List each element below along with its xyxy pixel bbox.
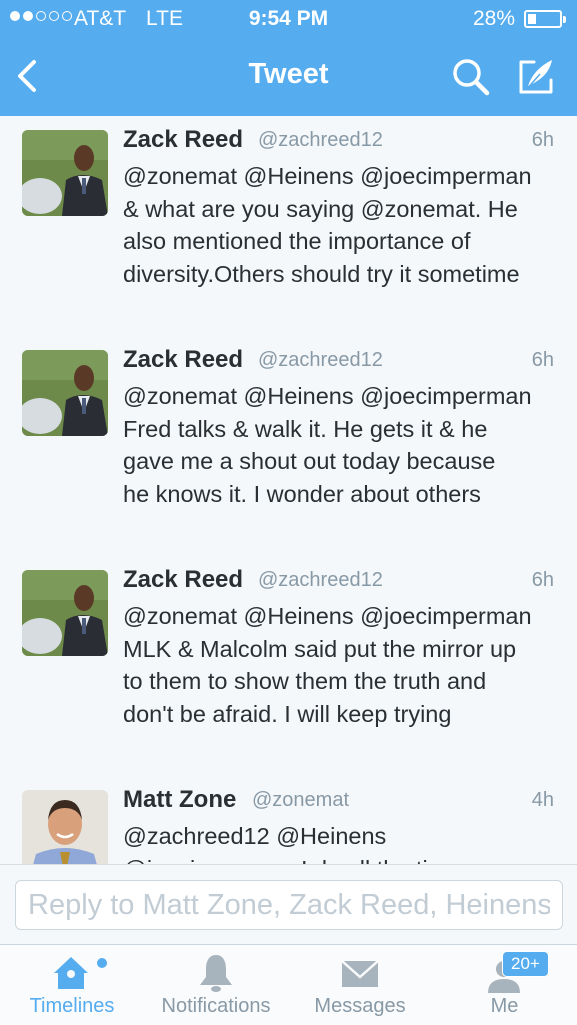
status-bar: AT&T LTE 9:54 PM 28% — [0, 0, 577, 38]
tab-bar: Timelines Notifications Messages Me — [0, 944, 577, 1025]
tweet-text: @zonemat @Heinens @joecimperman MLK & Ma… — [123, 603, 532, 727]
tweet-timestamp: 6h — [531, 569, 554, 591]
search-button[interactable] — [448, 54, 494, 100]
author-handle[interactable]: @zachreed12 — [258, 129, 383, 152]
compose-tweet-button[interactable] — [514, 54, 560, 100]
tweet-item[interactable]: Zack Reed @zachreed12 6h @zonemat @Heine… — [0, 336, 577, 557]
battery-icon — [524, 10, 566, 28]
search-icon — [453, 59, 490, 96]
bell-icon — [200, 955, 232, 992]
avatar[interactable] — [22, 130, 108, 216]
tweet-item[interactable]: Zack Reed @zachreed12 6h @zonemat @Heine… — [0, 556, 577, 777]
author-name[interactable]: Matt Zone — [123, 786, 236, 814]
author-name[interactable]: Zack Reed — [123, 126, 243, 154]
notification-badge: 20+ — [502, 951, 549, 977]
author-name[interactable]: Zack Reed — [123, 566, 243, 594]
tweet-item[interactable]: Matt Zone @zonemat 4h @zachreed12 @Heine… — [0, 776, 577, 864]
author-name[interactable]: Zack Reed — [123, 346, 243, 374]
tweet-timestamp: 6h — [531, 349, 554, 371]
zack-reed-avatar-image — [22, 130, 108, 216]
compose-icon — [519, 60, 553, 94]
tweet-timestamp: 6h — [531, 129, 554, 151]
avatar[interactable] — [22, 350, 108, 436]
matt-zone-avatar-image — [22, 790, 108, 864]
envelope-icon — [341, 960, 379, 987]
zack-reed-avatar-image — [22, 570, 108, 656]
tweet-item[interactable]: Zack Reed @zachreed12 6h @zonemat @Heine… — [0, 116, 577, 337]
navigation-bar: Tweet — [0, 38, 577, 116]
tab-timelines[interactable]: Timelines — [0, 945, 144, 1025]
tab-messages[interactable]: Messages — [288, 945, 432, 1025]
avatar[interactable] — [22, 570, 108, 656]
conversation-list[interactable]: Zack Reed @zachreed12 6h @zonemat @Heine… — [0, 116, 577, 864]
tab-notifications[interactable]: Notifications — [144, 945, 288, 1025]
tweet-text: @zonemat @Heinens @joecimperman & what a… — [123, 163, 532, 287]
battery-percentage: 28% — [472, 7, 515, 30]
app-header: AT&T LTE 9:54 PM 28% Tweet — [0, 0, 577, 116]
tab-label: Timelines — [29, 995, 115, 1017]
reply-bar — [0, 864, 577, 945]
author-handle[interactable]: @zachreed12 — [258, 569, 383, 592]
tab-label: Messages — [314, 995, 406, 1017]
zack-reed-avatar-image — [22, 350, 108, 436]
author-handle[interactable]: @zachreed12 — [258, 349, 383, 372]
author-handle[interactable]: @zonemat — [252, 789, 349, 812]
avatar[interactable] — [22, 790, 108, 864]
tab-label: Me — [490, 995, 519, 1017]
tweet-text: @zachreed12 @Heinens @joecimperman I do … — [123, 823, 460, 864]
tweet-timestamp: 4h — [531, 789, 554, 811]
tab-label: Notifications — [161, 995, 271, 1017]
reply-input[interactable] — [15, 880, 563, 930]
tweet-text: @zonemat @Heinens @joecimperman Fred tal… — [123, 383, 532, 507]
home-icon — [54, 957, 107, 989]
